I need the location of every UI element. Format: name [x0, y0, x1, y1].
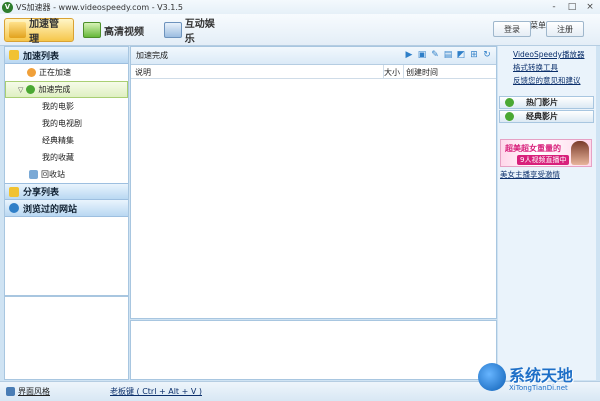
skin-label: 界面风格: [18, 387, 50, 396]
clock-icon: [27, 68, 36, 77]
trash-icon: [29, 170, 38, 179]
tab-hd-video[interactable]: 高清视频: [79, 18, 159, 42]
table-header: 说明 大小 创建时间: [131, 65, 496, 79]
main-header: 加速完成 ▶ ▣ ✎ ▤ ◩ ⊞ ↻: [131, 47, 496, 65]
play-circle-icon: [505, 112, 514, 121]
main-panel: 加速完成 ▶ ▣ ✎ ▤ ◩ ⊞ ↻ 说明 大小 创建时间: [130, 46, 497, 319]
sidebar-item-tv[interactable]: 我的电视剧: [5, 115, 128, 132]
sidebar-item-favorites[interactable]: 我的收藏: [5, 149, 128, 166]
app-logo-icon: V: [2, 1, 13, 13]
col-size[interactable]: 大小: [384, 67, 400, 78]
tab-manage-label: 加速管理: [29, 19, 60, 45]
folder-icon: [9, 186, 19, 197]
sidebar-bottom-panel: [4, 296, 129, 380]
player-link[interactable]: VideoSpeedy播放器: [513, 49, 584, 60]
watermark-title: 系统天地: [509, 366, 574, 385]
add-icon[interactable]: ⊞: [469, 50, 479, 60]
play-circle-icon: [505, 98, 514, 107]
col-created[interactable]: 创建时间: [406, 67, 438, 78]
group-label: 分享列表: [23, 188, 60, 198]
group-label: 加速列表: [23, 51, 60, 62]
play-icon[interactable]: ▶: [404, 50, 414, 60]
ie-icon: [9, 203, 19, 213]
edit-icon[interactable]: ✎: [430, 50, 440, 60]
folder-icon: [9, 50, 19, 60]
detail-panel: [130, 320, 497, 380]
main-title: 加速完成: [136, 51, 168, 60]
sidebar-item-recycle[interactable]: 回收站: [5, 166, 128, 183]
window-controls: - □ ×: [548, 2, 596, 12]
ad-banner[interactable]: 超美超女重量的 9人视频直播中: [500, 139, 592, 167]
register-button[interactable]: 注册: [546, 21, 584, 37]
refresh-icon[interactable]: ↻: [482, 50, 492, 60]
film-icon: [83, 22, 101, 38]
boss-key-link[interactable]: 老板键 ( Ctrl + Alt + V ): [110, 386, 202, 397]
main-actions: ▶ ▣ ✎ ▤ ◩ ⊞ ↻: [404, 50, 492, 60]
watermark: 系统天地 XiTongTianDi.net: [478, 360, 598, 400]
window-title: VS加速器 - www.videospeedy.com - V3.1.5: [16, 2, 184, 12]
col-desc[interactable]: 说明: [135, 67, 151, 78]
banner-link[interactable]: 美女主播享受激情: [500, 169, 560, 180]
sidebar-item-label: 正在加速: [39, 68, 71, 77]
title-bar: V VS加速器 - www.videospeedy.com - V3.1.5 -…: [0, 0, 600, 14]
right-panel: VideoSpeedy播放器 格式转换工具 反馈您的意见和建议 热门影片 经典影…: [498, 46, 596, 380]
sidebar-item-label: 回收站: [41, 170, 65, 179]
main-toolbar: 加速管理 高清视频 互动娱乐 菜单 ❀ 登录 注册: [0, 14, 600, 46]
feedback-link[interactable]: 反馈您的意见和建议: [513, 75, 581, 86]
delete-icon[interactable]: ▤: [443, 50, 453, 60]
sidebar-group-share[interactable]: 分享列表: [5, 183, 128, 200]
expand-arrow-icon: ▽: [18, 85, 24, 94]
classic-movies-label: 经典影片: [526, 112, 558, 121]
col-separator: [403, 65, 404, 79]
tab-manage[interactable]: 加速管理: [4, 18, 74, 45]
gamepad-icon: [164, 22, 182, 38]
palette-icon: [6, 387, 15, 396]
tab-entertainment[interactable]: 互动娱乐: [160, 18, 230, 45]
sidebar-item-label: 我的电影: [42, 102, 74, 111]
banner-headline: 超美超女重量的: [505, 144, 561, 153]
sidebar-group-history[interactable]: 浏览过的网站: [5, 200, 128, 217]
save-icon[interactable]: ▣: [417, 50, 427, 60]
sidebar: 加速列表 正在加速 ▽ 加速完成 我的电影 我的电视剧 经典精集 我的收藏 回收…: [4, 46, 129, 296]
move-icon[interactable]: ◩: [456, 50, 466, 60]
sidebar-item-movies[interactable]: 我的电影: [5, 98, 128, 115]
sidebar-item-label: 我的电视剧: [42, 119, 82, 128]
sidebar-item-label: 经典精集: [42, 136, 74, 145]
hot-movies-label: 热门影片: [526, 98, 558, 107]
sidebar-item-label: 我的收藏: [42, 153, 74, 162]
sidebar-group-accel-list[interactable]: 加速列表: [5, 47, 128, 64]
check-icon: [26, 85, 36, 94]
close-button[interactable]: ×: [584, 2, 596, 12]
converter-link[interactable]: 格式转换工具: [513, 62, 558, 73]
skin-button[interactable]: 界面风格: [6, 386, 50, 397]
hot-movies-button[interactable]: 热门影片: [499, 96, 594, 109]
banner-subline: 9人视频直播中: [517, 155, 570, 165]
sidebar-item-completed[interactable]: ▽ 加速完成: [5, 81, 128, 98]
sidebar-item-classics[interactable]: 经典精集: [5, 132, 128, 149]
menu-label[interactable]: 菜单: [530, 20, 546, 31]
classic-movies-button[interactable]: 经典影片: [499, 110, 594, 123]
tab-hd-label: 高清视频: [104, 26, 144, 38]
watermark-logo-icon: [478, 363, 506, 391]
download-icon: [9, 22, 27, 38]
tab-entertainment-label: 互动娱乐: [184, 19, 215, 45]
banner-photo: [571, 141, 589, 165]
maximize-button[interactable]: □: [566, 2, 578, 12]
sidebar-item-accelerating[interactable]: 正在加速: [5, 64, 128, 81]
watermark-url: XiTongTianDi.net: [509, 384, 568, 392]
minimize-button[interactable]: -: [548, 2, 560, 12]
sidebar-item-label: 加速完成: [38, 85, 71, 94]
group-label: 浏览过的网站: [23, 204, 78, 215]
login-button[interactable]: 登录: [493, 21, 531, 37]
